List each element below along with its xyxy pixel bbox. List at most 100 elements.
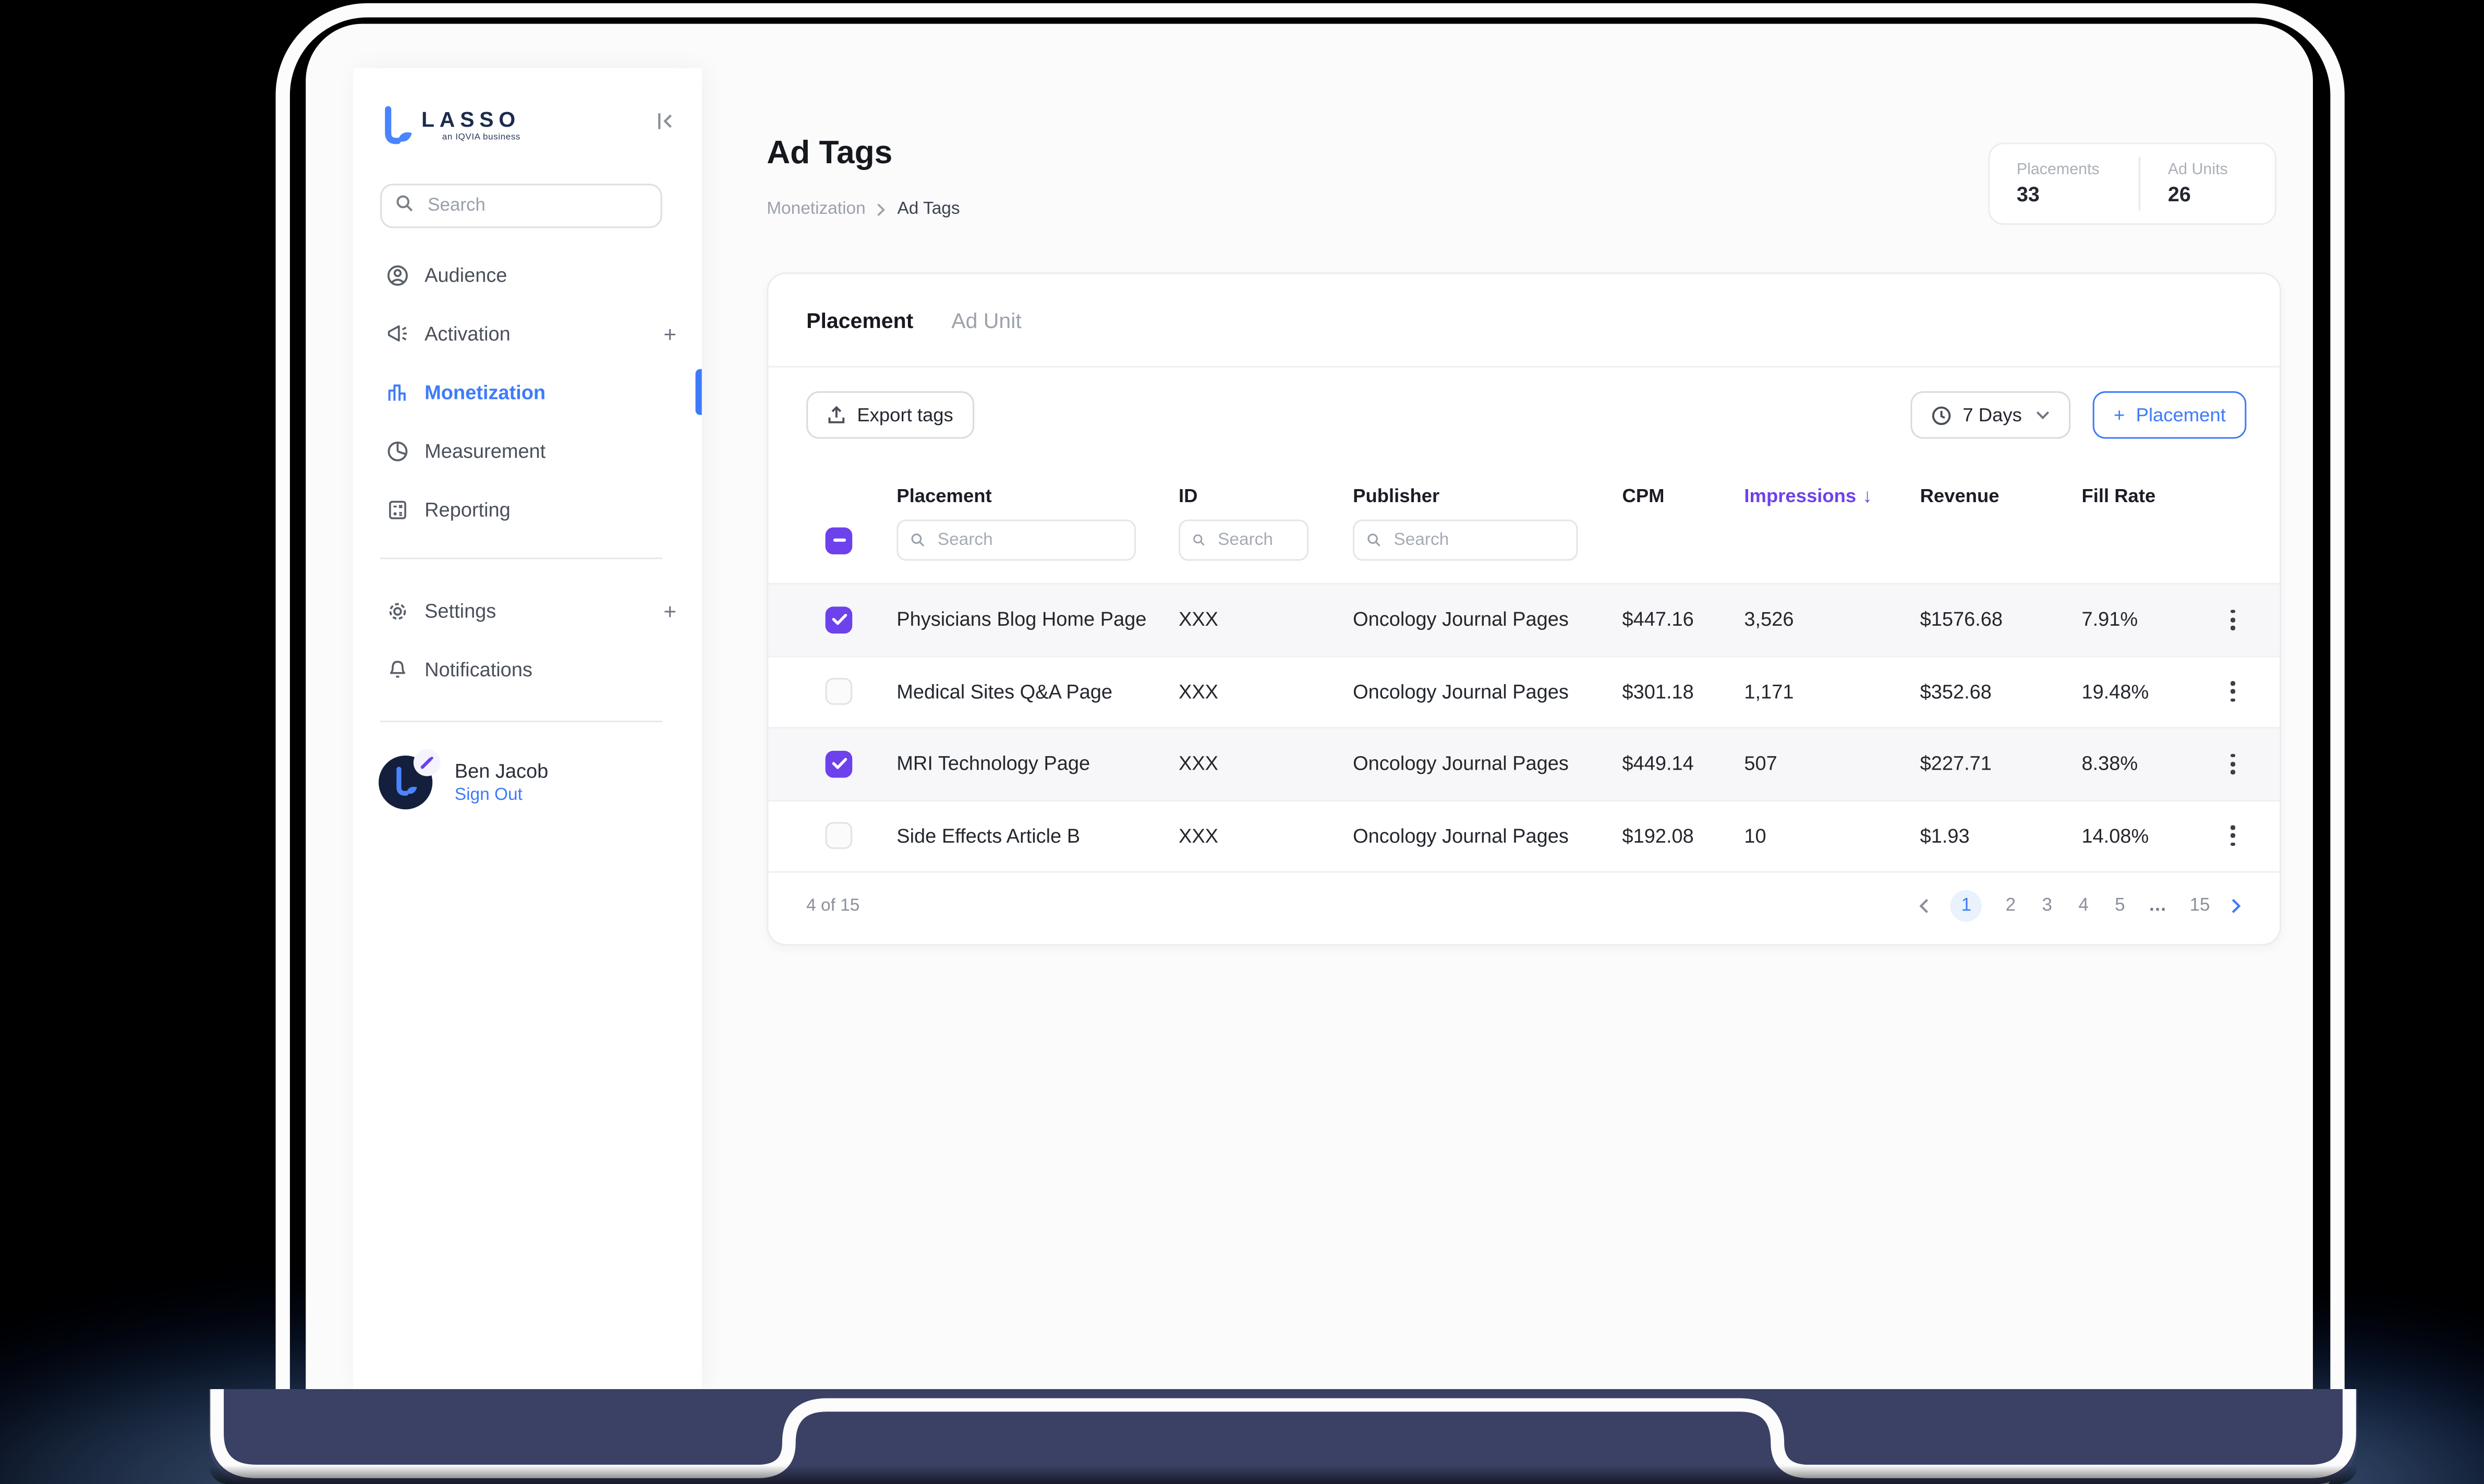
sidebar-item-label: Settings	[425, 599, 496, 622]
row-checkbox[interactable]	[825, 750, 853, 777]
edit-profile-button[interactable]	[413, 749, 441, 776]
sidebar: LASSO an IQVIA business Audien	[353, 68, 702, 1390]
cell-cpm: $447.16	[1622, 609, 1694, 631]
bell-icon	[386, 658, 409, 680]
app-screen: LASSO an IQVIA business Audien	[306, 23, 2313, 1390]
publisher-filter-input[interactable]	[1390, 529, 1564, 552]
cell-fill-rate: 7.91%	[2081, 609, 2138, 631]
col-impressions[interactable]: Impressions ↓	[1744, 485, 1920, 507]
cell-placement: Side Effects Article B	[896, 824, 1081, 847]
next-page-icon[interactable]	[2231, 897, 2241, 913]
placement-filter[interactable]	[896, 519, 1136, 561]
cell-cpm: $192.08	[1622, 824, 1694, 847]
search-icon	[911, 533, 925, 546]
monetization-icon	[386, 381, 409, 404]
sidebar-item-reporting[interactable]: Reporting	[353, 480, 701, 538]
device-base-shadow	[209, 1465, 2357, 1484]
row-checkbox[interactable]	[825, 822, 853, 849]
cell-revenue: $1.93	[1920, 824, 1970, 847]
page-3[interactable]: 3	[2039, 896, 2055, 915]
col-cpm[interactable]: CPM	[1622, 485, 1744, 507]
table-row[interactable]: Side Effects Article B XXX Oncology Jour…	[768, 799, 2280, 871]
tab-ad-unit[interactable]: Ad Unit	[951, 308, 1022, 332]
select-all-checkbox[interactable]	[825, 527, 853, 554]
cell-fill-rate: 19.48%	[2081, 680, 2149, 703]
table-row[interactable]: MRI Technology Page XXX Oncology Journal…	[768, 727, 2280, 799]
activation-icon	[386, 322, 409, 345]
table-row[interactable]: Medical Sites Q&A Page XXX Oncology Jour…	[768, 655, 2280, 727]
export-tags-button[interactable]: Export tags	[806, 391, 974, 439]
sidebar-item-label: Audience	[425, 263, 507, 286]
cell-impressions: 10	[1744, 824, 1766, 847]
row-menu-kebab-icon[interactable]	[2225, 675, 2241, 709]
sidebar-item-measurement[interactable]: Measurement	[353, 421, 701, 480]
cell-impressions: 1,171	[1744, 680, 1794, 703]
sidebar-item-audience[interactable]: Audience	[353, 246, 701, 304]
row-checkbox[interactable]	[825, 606, 853, 634]
sidebar-item-monetization[interactable]: Monetization	[353, 363, 702, 421]
logo: LASSO an IQVIA business	[380, 103, 675, 156]
search-input[interactable]	[425, 194, 647, 217]
page-5[interactable]: 5	[2112, 896, 2128, 915]
row-menu-kebab-icon[interactable]	[2225, 747, 2241, 781]
page-2[interactable]: 2	[2003, 896, 2018, 915]
sidebar-item-notifications[interactable]: Notifications	[353, 640, 701, 698]
table-row[interactable]: Physicians Blog Home Page XXX Oncology J…	[768, 582, 2280, 655]
brand-tagline: an IQVIA business	[442, 133, 520, 143]
col-placement[interactable]: Placement	[896, 485, 1179, 507]
stat-value: 26	[2167, 182, 2191, 206]
cell-publisher: Oncology Journal Pages	[1353, 609, 1569, 631]
page-4[interactable]: 4	[2076, 896, 2091, 915]
logo-text: LASSO an IQVIA business	[421, 108, 520, 143]
table-footer: 4 of 15 1 2 3 4 5 … 15	[768, 871, 2280, 938]
check-icon	[831, 758, 846, 770]
cell-publisher: Oncology Journal Pages	[1353, 824, 1569, 847]
settings-add-button[interactable]: +	[663, 598, 676, 624]
publisher-filter[interactable]	[1353, 519, 1578, 561]
sidebar-item-activation[interactable]: Activation +	[353, 304, 701, 362]
prev-page-icon[interactable]	[1919, 897, 1930, 913]
sidebar-nav: Audience Activation + Monetization Measu…	[353, 246, 702, 539]
sidebar-search[interactable]	[380, 184, 662, 228]
sidebar-collapse-icon[interactable]	[656, 111, 675, 140]
col-revenue[interactable]: Revenue	[1920, 485, 2082, 507]
date-range-select[interactable]: 7 Days	[1910, 391, 2071, 439]
id-filter-input[interactable]	[1215, 529, 1294, 552]
brand-name: LASSO	[421, 107, 520, 132]
check-icon	[831, 614, 846, 626]
breadcrumb-monetization[interactable]: Monetization	[767, 200, 865, 218]
col-publisher[interactable]: Publisher	[1353, 485, 1622, 507]
stat-label: Ad Units	[2167, 161, 2228, 179]
tab-placement[interactable]: Placement	[806, 308, 913, 332]
row-checkbox[interactable]	[825, 678, 853, 705]
row-menu-kebab-icon[interactable]	[2225, 819, 2241, 853]
upload-icon	[827, 405, 846, 425]
sign-out-link[interactable]: Sign Out	[455, 786, 523, 805]
add-placement-button[interactable]: + Placement	[2093, 391, 2247, 439]
plus-icon: +	[2114, 404, 2125, 427]
col-fill-rate[interactable]: Fill Rate	[2081, 485, 2208, 507]
id-filter[interactable]	[1178, 519, 1309, 561]
page-15[interactable]: 15	[2190, 896, 2210, 915]
sidebar-item-settings[interactable]: Settings +	[353, 581, 701, 640]
cell-id: XXX	[1178, 609, 1218, 631]
page-ellipsis: …	[2148, 895, 2170, 915]
cell-id: XXX	[1178, 752, 1218, 775]
col-id[interactable]: ID	[1179, 485, 1353, 507]
chevron-down-icon	[2036, 410, 2050, 420]
activation-add-button[interactable]: +	[663, 321, 676, 346]
row-menu-kebab-icon[interactable]	[2225, 603, 2241, 637]
placement-filter-input[interactable]	[934, 529, 1122, 552]
breadcrumb: Monetization Ad Tags	[767, 200, 960, 218]
search-icon	[396, 192, 413, 221]
sidebar-item-label: Activation	[425, 322, 511, 345]
cell-placement: Medical Sites Q&A Page	[896, 680, 1112, 703]
reporting-icon	[386, 498, 409, 520]
stat-placements: Placements 33	[1990, 162, 2139, 206]
page-1[interactable]: 1	[1950, 889, 1982, 921]
sidebar-secondary-nav: Settings + Notifications	[353, 581, 701, 699]
active-indicator	[695, 369, 702, 415]
cell-revenue: $352.68	[1920, 680, 1992, 703]
page-title: Ad Tags	[767, 135, 893, 172]
sidebar-item-label: Reporting	[425, 498, 511, 520]
